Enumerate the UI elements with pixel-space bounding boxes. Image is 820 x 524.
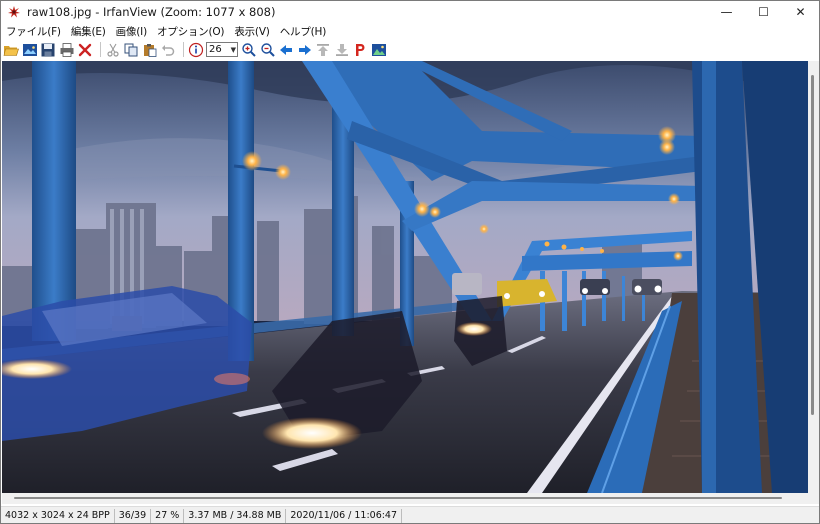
- first-icon[interactable]: [315, 42, 331, 58]
- menu-view[interactable]: 表示(V): [229, 24, 274, 39]
- status-dimensions: 4032 x 3024 x 24 BPP: [1, 508, 115, 523]
- toolbar-separator: [99, 42, 101, 57]
- chevron-down-icon: ▼: [230, 45, 236, 54]
- close-button[interactable]: ✕: [782, 1, 819, 23]
- thumbnails-icon[interactable]: [22, 42, 38, 58]
- info-icon[interactable]: [188, 42, 204, 58]
- scrollbar-corner: [808, 493, 819, 504]
- paste-icon[interactable]: [142, 42, 158, 58]
- save-icon[interactable]: [40, 42, 56, 58]
- irfanview-app-icon[interactable]: [6, 4, 22, 20]
- vertical-scrollbar[interactable]: [808, 61, 819, 493]
- cut-icon[interactable]: [105, 42, 121, 58]
- delete-icon[interactable]: [77, 42, 93, 58]
- vertical-scrollbar-thumb[interactable]: [811, 75, 814, 415]
- zoom-in-icon[interactable]: [241, 42, 257, 58]
- menu-help[interactable]: ヘルプ(H): [275, 24, 331, 39]
- window-title: raw108.jpg - IrfanView (Zoom: 1077 x 808…: [27, 5, 276, 19]
- paint-icon[interactable]: [352, 42, 368, 58]
- toolbar-separator: [182, 42, 184, 57]
- status-file-index: 36/39: [115, 508, 152, 523]
- undo-icon[interactable]: [160, 42, 176, 58]
- prev-icon[interactable]: [278, 42, 294, 58]
- slideshow-icon[interactable]: [371, 42, 387, 58]
- status-bar: 4032 x 3024 x 24 BPP 36/39 27 % 3.37 MB …: [1, 506, 819, 523]
- minimize-button[interactable]: —: [708, 1, 745, 23]
- horizontal-scrollbar[interactable]: [2, 493, 808, 504]
- last-icon[interactable]: [334, 42, 350, 58]
- status-memory-size: 3.37 MB / 34.88 MB: [184, 508, 287, 523]
- menu-options[interactable]: オプション(O): [152, 24, 229, 39]
- zoom-out-icon[interactable]: [260, 42, 276, 58]
- print-icon[interactable]: [59, 42, 75, 58]
- zoom-value: 26: [209, 44, 222, 55]
- menu-edit[interactable]: 編集(E): [66, 24, 111, 39]
- displayed-photo: [2, 61, 808, 493]
- maximize-button[interactable]: ☐: [745, 1, 782, 23]
- status-datetime: 2020/11/06 / 11:06:47: [286, 508, 403, 523]
- status-zoom: 27 %: [151, 508, 185, 523]
- menu-file[interactable]: ファイル(F): [1, 24, 66, 39]
- irfanview-window: raw108.jpg - IrfanView (Zoom: 1077 x 808…: [0, 0, 820, 524]
- next-icon[interactable]: [297, 42, 313, 58]
- zoom-select[interactable]: 26 ▼: [206, 42, 238, 57]
- menu-bar: ファイル(F) 編集(E) 画像(I) オプション(O) 表示(V) ヘルプ(H…: [1, 23, 819, 40]
- toolbar: 26 ▼: [1, 40, 819, 59]
- menu-image[interactable]: 画像(I): [111, 24, 152, 39]
- close-icon: ✕: [795, 5, 806, 19]
- title-bar[interactable]: raw108.jpg - IrfanView (Zoom: 1077 x 808…: [1, 1, 819, 23]
- horizontal-scrollbar-thumb[interactable]: [14, 497, 782, 499]
- maximize-icon: ☐: [758, 5, 769, 19]
- image-viewport[interactable]: [2, 61, 808, 493]
- copy-icon[interactable]: [123, 42, 139, 58]
- minimize-icon: —: [720, 5, 733, 19]
- open-icon[interactable]: [3, 42, 19, 58]
